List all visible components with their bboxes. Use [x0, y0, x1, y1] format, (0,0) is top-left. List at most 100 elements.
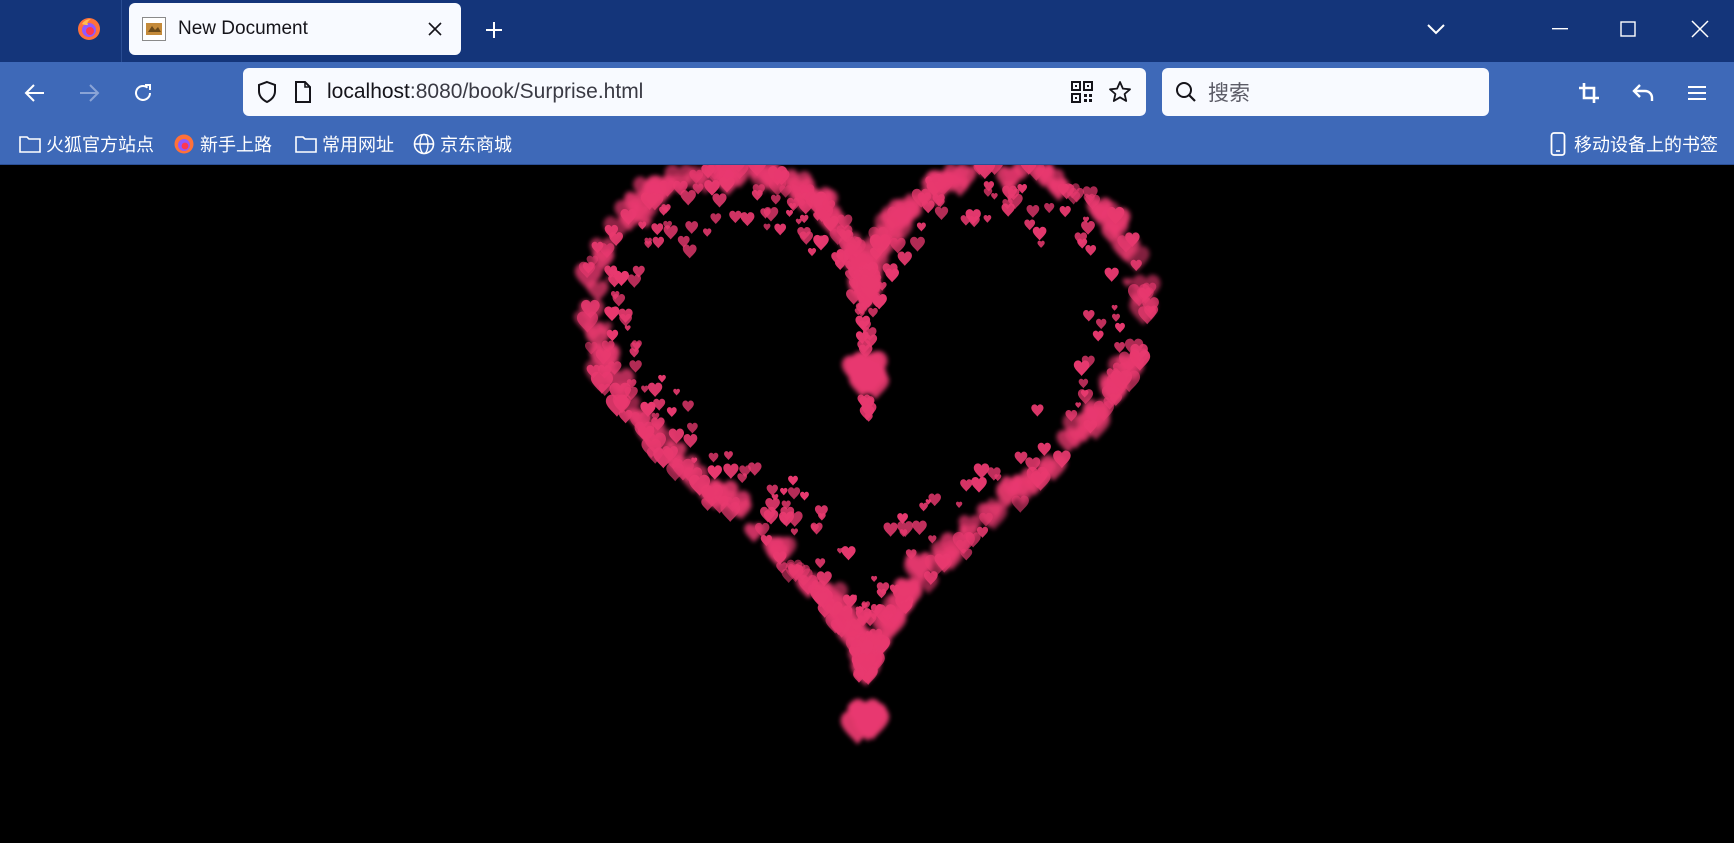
tracking-protection-shield-icon[interactable] — [253, 78, 281, 106]
bookmark-item[interactable]: 京东商城 — [412, 128, 512, 160]
mini-heart — [729, 210, 742, 224]
mini-heart — [1075, 402, 1082, 409]
mini-heart — [814, 505, 828, 519]
list-all-tabs-button[interactable] — [1416, 10, 1456, 48]
mini-heart — [638, 221, 647, 230]
mini-heart — [770, 194, 781, 205]
forward-button[interactable] — [68, 72, 110, 114]
mini-heart — [624, 325, 631, 332]
tab-active[interactable]: New Document — [129, 3, 461, 55]
mini-heart — [1031, 404, 1044, 417]
bookmark-star-icon[interactable] — [1106, 78, 1134, 106]
mini-heart — [876, 588, 887, 599]
mini-heart — [1037, 442, 1051, 456]
mini-heart — [666, 407, 677, 417]
mini-heart — [1114, 342, 1126, 353]
mini-heart — [795, 218, 802, 225]
mini-heart — [682, 244, 697, 259]
reload-button[interactable] — [122, 72, 164, 114]
mini-heart — [928, 493, 941, 507]
bookmark-item[interactable]: 新手上路 — [172, 128, 272, 160]
screenshot-button[interactable] — [1568, 72, 1610, 114]
tab-strip: New Document — [0, 0, 1734, 62]
mini-heart — [883, 522, 898, 537]
mini-heart — [1130, 259, 1142, 272]
mini-heart — [919, 502, 928, 512]
mini-heart — [971, 477, 987, 493]
mini-heart — [960, 479, 973, 492]
mini-heart — [748, 462, 762, 476]
mini-heart — [815, 558, 826, 569]
mini-heart — [687, 422, 698, 434]
mini-heart — [889, 237, 906, 254]
mini-heart — [774, 223, 787, 236]
page-info-icon[interactable] — [289, 78, 317, 106]
close-tab-button[interactable] — [417, 11, 453, 47]
app-menu-button[interactable] — [1676, 72, 1718, 114]
mini-heart — [864, 413, 873, 422]
mini-heart — [1059, 205, 1071, 218]
mini-heart — [703, 228, 712, 237]
qr-code-icon[interactable] — [1068, 78, 1096, 106]
mini-heart — [1111, 304, 1118, 311]
mini-heart — [1083, 310, 1095, 322]
close-window-button[interactable] — [1666, 0, 1734, 58]
firefox-view-button[interactable] — [62, 10, 116, 48]
bookmarks-toolbar: 火狐官方站点 新手上路 常用网址 京东商城 移动设备上的书签 — [0, 124, 1734, 165]
mini-heart — [704, 180, 720, 196]
mini-heart — [910, 236, 925, 252]
url-bar[interactable]: localhost:8080/book/Surprise.html — [243, 68, 1146, 116]
bookmark-label: 常用网址 — [322, 135, 394, 155]
url-text[interactable]: localhost:8080/book/Surprise.html — [327, 80, 1068, 104]
mini-heart — [790, 528, 799, 536]
mini-heart — [868, 307, 878, 318]
mini-heart — [973, 463, 990, 479]
page-content — [0, 165, 1734, 843]
url-path: :8080/book/Surprise.html — [409, 80, 644, 103]
minimize-button[interactable] — [1526, 0, 1594, 58]
mini-heart — [991, 193, 998, 200]
mini-heart — [1044, 202, 1055, 214]
globe-icon — [412, 132, 436, 156]
mini-heart — [780, 487, 788, 496]
mini-heart — [627, 274, 642, 288]
mobile-bookmarks-folder[interactable]: 移动设备上的书签 — [1546, 128, 1718, 160]
mini-heart — [955, 501, 963, 508]
mini-heart — [1073, 360, 1090, 376]
mini-heart — [871, 575, 878, 582]
mini-heart — [788, 475, 798, 486]
mini-heart — [685, 221, 699, 234]
mini-heart — [1037, 240, 1045, 248]
chevron-down-icon — [1427, 24, 1445, 35]
folder-icon — [294, 132, 318, 156]
new-tab-button[interactable] — [474, 11, 514, 49]
minimize-icon — [1552, 28, 1568, 30]
navigation-toolbar: localhost:8080/book/Surprise.html 搜索 — [0, 62, 1734, 124]
mini-heart — [807, 247, 817, 257]
mini-heart — [598, 383, 611, 396]
undo-button[interactable] — [1622, 72, 1664, 114]
mini-heart — [673, 388, 680, 396]
firefox-icon — [172, 132, 196, 156]
mini-heart — [707, 465, 722, 480]
bookmark-label: 火狐官方站点 — [46, 135, 154, 155]
arrow-right-icon — [80, 84, 100, 102]
close-icon — [1691, 20, 1709, 38]
mini-heart — [1032, 226, 1047, 241]
mini-heart — [723, 463, 739, 479]
bookmark-item[interactable]: 常用网址 — [294, 128, 394, 160]
back-button[interactable] — [14, 72, 56, 114]
maximize-icon — [1620, 21, 1636, 37]
mini-heart — [1111, 313, 1121, 322]
maximize-button[interactable] — [1594, 0, 1662, 58]
mini-heart — [740, 212, 755, 227]
bookmark-label: 新手上路 — [200, 135, 272, 155]
url-host: localhost — [327, 80, 410, 103]
search-input[interactable]: 搜索 — [1208, 77, 1250, 107]
mini-heart — [1115, 322, 1125, 333]
search-bar[interactable]: 搜索 — [1162, 68, 1489, 116]
bookmark-item[interactable]: 火狐官方站点 — [18, 128, 154, 160]
firefox-icon — [78, 18, 100, 40]
mini-heart — [658, 374, 666, 383]
plus-icon — [486, 22, 502, 38]
